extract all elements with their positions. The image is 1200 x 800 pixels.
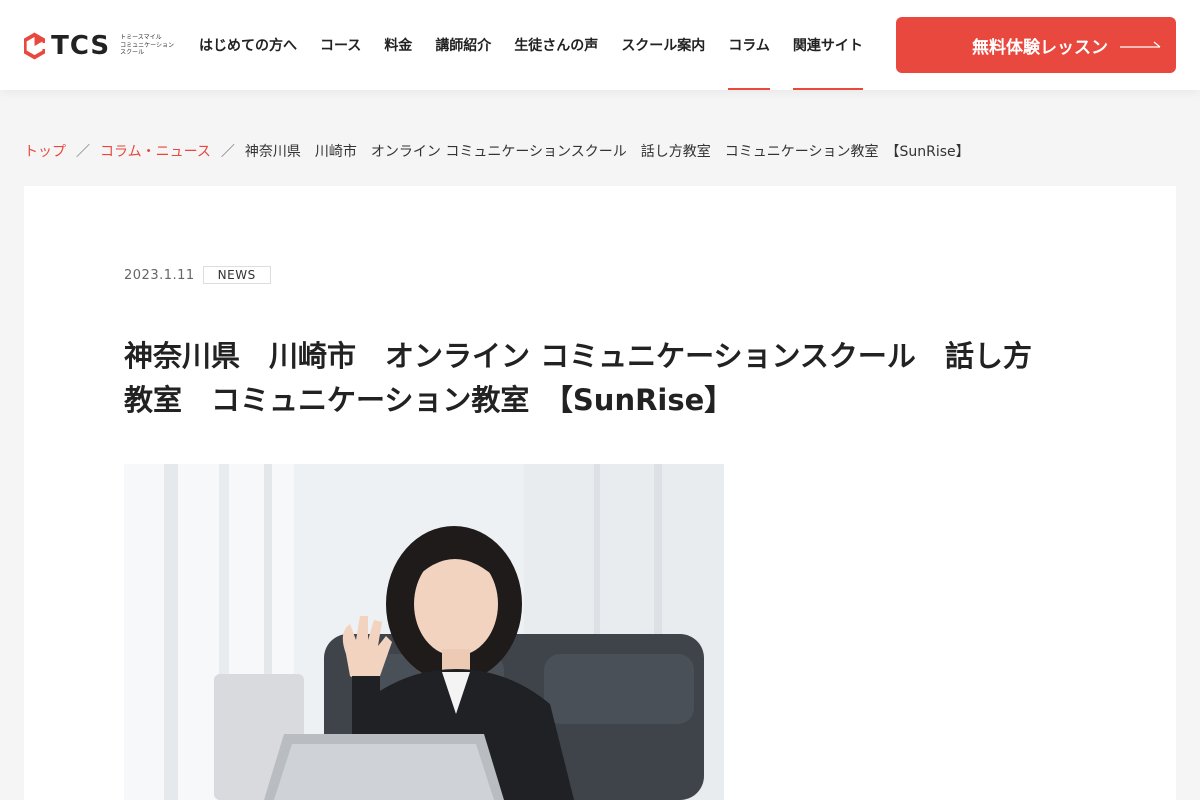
- free-trial-button[interactable]: 無料体験レッスン: [896, 17, 1176, 73]
- logo-text: TCS: [51, 31, 111, 61]
- nav-item-related-sites[interactable]: 関連サイト: [792, 0, 863, 90]
- article-hero-image: [124, 464, 724, 800]
- nav-item-testimonials[interactable]: 生徒さんの声: [514, 0, 598, 90]
- site-logo[interactable]: TCS トミースマイル コミュニケーション スクール: [24, 30, 174, 62]
- article-title-line-2: 教室 コミュニケーション教室 【SunRise】: [124, 383, 734, 417]
- hero-illustration: [124, 464, 724, 800]
- article-card: 2023.1.11 NEWS 神奈川県 川崎市 オンライン コミュニケーションス…: [24, 186, 1176, 800]
- logo-subtitle: トミースマイル コミュニケーション スクール: [120, 34, 174, 57]
- article-title-line-1: 神奈川県 川崎市 オンライン コミュニケーションスクール 話し方: [124, 339, 1032, 373]
- category-tag[interactable]: NEWS: [202, 266, 271, 284]
- arrow-right-icon: [1120, 41, 1161, 48]
- main-nav: はじめての方へ コース 料金 講師紹介 生徒さんの声 スクール案内 コラム 関連…: [199, 0, 886, 90]
- breadcrumb-separator: ／: [76, 144, 90, 160]
- article-date: 2023.1.11: [124, 267, 195, 283]
- article-title: 神奈川県 川崎市 オンライン コミュニケーションスクール 話し方 教室 コミュニ…: [124, 334, 1084, 422]
- breadcrumb-current: 神奈川県 川崎市 オンライン コミュニケーションスクール 話し方教室 コミュニケ…: [244, 144, 970, 160]
- nav-item-school-info[interactable]: スクール案内: [621, 0, 705, 90]
- article-meta: 2023.1.11 NEWS: [124, 266, 271, 284]
- logo-mark-icon: [24, 32, 46, 60]
- site-header: TCS トミースマイル コミュニケーション スクール はじめての方へ コース 料…: [0, 0, 1200, 90]
- breadcrumb-separator: ／: [220, 144, 235, 160]
- breadcrumb: トップ ／ コラム・ニュース ／ 神奈川県 川崎市 オンライン コミュニケーショ…: [24, 140, 970, 162]
- nav-item-course[interactable]: コース: [320, 0, 361, 90]
- breadcrumb-top-link[interactable]: トップ: [24, 141, 66, 161]
- free-trial-label: 無料体験レッスン: [972, 37, 1108, 58]
- nav-item-instructors[interactable]: 講師紹介: [435, 0, 491, 90]
- nav-item-column[interactable]: コラム: [728, 0, 770, 90]
- nav-item-price[interactable]: 料金: [384, 0, 412, 90]
- breadcrumb-category-link[interactable]: コラム・ニュース: [100, 141, 211, 161]
- nav-item-beginners[interactable]: はじめての方へ: [199, 0, 297, 90]
